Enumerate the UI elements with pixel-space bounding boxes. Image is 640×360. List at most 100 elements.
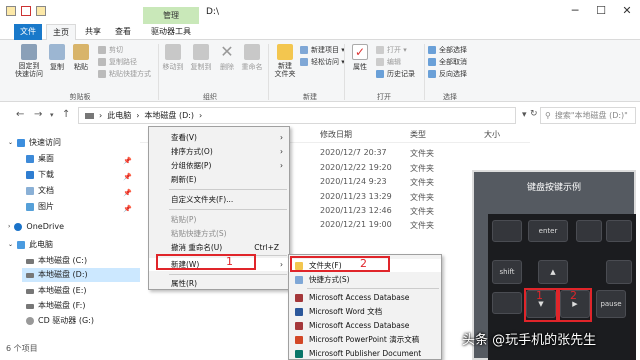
menu-separator bbox=[169, 209, 287, 210]
submenu-arrow-icon: › bbox=[280, 133, 283, 142]
column-size[interactable]: 大小 bbox=[484, 128, 500, 142]
submenu-item-publisher[interactable]: Microsoft Publisher Document bbox=[289, 347, 441, 360]
nav-drive-d[interactable]: 本地磁盘 (D:) bbox=[22, 268, 140, 282]
up-arrow-key: ▲ bbox=[538, 260, 568, 284]
select-none-button[interactable]: 全部取消 bbox=[428, 56, 467, 67]
file-type: 文件夹 bbox=[410, 193, 434, 202]
navigation-bar: ← → ▾ ↑ › 此电脑 › 本地磁盘 (D:) › ▾ ↻ ⚲ 搜索"本地磁… bbox=[0, 104, 640, 126]
quick-access-toolbar bbox=[6, 6, 46, 16]
move-to-button[interactable]: 移动到 bbox=[160, 44, 186, 72]
nav-documents[interactable]: 文档 📌 bbox=[26, 184, 138, 198]
pin-icon[interactable]: 📌 bbox=[123, 186, 132, 200]
file-type: 文件夹 bbox=[410, 149, 434, 158]
menu-item-customize[interactable]: 自定义文件夹(F)... bbox=[149, 193, 289, 206]
menu-separator bbox=[169, 274, 287, 275]
copy-button[interactable]: 复制 bbox=[48, 44, 66, 72]
back-arrow-icon[interactable]: ← bbox=[16, 109, 24, 120]
search-input[interactable]: ⚲ 搜索"本地磁盘 (D:)" bbox=[540, 107, 636, 124]
file-date: 2020/11/23 12:46 bbox=[320, 206, 392, 215]
tab-manage[interactable]: 管理 bbox=[143, 7, 199, 24]
new-folder-icon bbox=[277, 44, 293, 60]
menu-item-refresh[interactable]: 刷新(E) bbox=[149, 173, 289, 186]
tab-view[interactable]: 查看 bbox=[110, 24, 136, 40]
close-button[interactable]: ✕ bbox=[614, 0, 640, 24]
paste-shortcut-button[interactable]: 粘贴快捷方式 bbox=[98, 68, 151, 79]
history-button[interactable]: 历史记录 bbox=[376, 68, 415, 79]
menu-item-view[interactable]: 查看(V) › bbox=[149, 131, 289, 144]
tab-home[interactable]: 主页 bbox=[46, 24, 76, 40]
refresh-icon[interactable]: ↻ bbox=[530, 109, 538, 119]
new-item-button[interactable]: 新建项目 ▾ bbox=[300, 44, 345, 55]
submenu-item-word[interactable]: Microsoft Word 文档 bbox=[289, 305, 441, 318]
column-date[interactable]: 修改日期 bbox=[320, 128, 352, 142]
column-type[interactable]: 类型 bbox=[410, 128, 426, 142]
pin-icon[interactable]: 📌 bbox=[123, 202, 132, 216]
new-folder-button[interactable]: 新建 文件夹 bbox=[272, 44, 298, 78]
expand-chevron-icon: ⌄ bbox=[8, 241, 14, 248]
invert-selection-button[interactable]: 反向选择 bbox=[428, 68, 467, 79]
tab-drive-tools[interactable]: 驱动器工具 bbox=[146, 24, 196, 40]
keyboard-key bbox=[606, 220, 632, 242]
edit-button[interactable]: 编辑 bbox=[376, 56, 401, 67]
shortcut-icon bbox=[98, 69, 106, 78]
forward-arrow-icon[interactable]: → bbox=[34, 109, 42, 120]
delete-button[interactable]: ✕ 删除 bbox=[218, 44, 236, 72]
publisher-icon bbox=[295, 350, 303, 358]
menu-separator bbox=[307, 288, 439, 289]
copy-to-button[interactable]: 复制到 bbox=[188, 44, 214, 72]
menu-item-group[interactable]: 分组依据(P) › bbox=[149, 159, 289, 172]
breadcrumb-this-pc[interactable]: 此电脑 bbox=[107, 110, 131, 121]
properties-check-icon[interactable] bbox=[21, 6, 31, 16]
recent-chevron-icon[interactable]: ▾ bbox=[50, 111, 54, 119]
nav-this-pc[interactable]: ⌄ 此电脑 bbox=[8, 238, 138, 252]
title-bar: 管理 D:\ ─ ☐ ✕ bbox=[0, 0, 640, 24]
copy-path-button[interactable]: 复制路径 bbox=[98, 56, 137, 67]
drive-icon bbox=[26, 272, 34, 278]
paste-button[interactable]: 粘贴 bbox=[72, 44, 90, 72]
tab-share[interactable]: 共享 bbox=[80, 24, 106, 40]
open-button[interactable]: 打开 ▾ bbox=[376, 44, 407, 55]
file-date: 2020/12/21 19:00 bbox=[320, 220, 392, 229]
menu-item-paste[interactable]: 粘贴(P) bbox=[149, 213, 289, 226]
properties-button[interactable]: ✓ 属性 bbox=[348, 44, 372, 72]
menu-item-paste-shortcut[interactable]: 粘贴快捷方式(S) bbox=[149, 227, 289, 240]
nav-drive-c[interactable]: 本地磁盘 (C:) bbox=[26, 254, 138, 268]
submenu-item-access[interactable]: Microsoft Access Database bbox=[289, 291, 441, 304]
pin-quick-access-button[interactable]: 固定到 快速访问 bbox=[10, 44, 48, 78]
easy-access-button[interactable]: 轻松访问 ▾ bbox=[300, 56, 345, 67]
nav-onedrive[interactable]: › OneDrive bbox=[8, 220, 138, 234]
select-all-button[interactable]: 全部选择 bbox=[428, 44, 467, 55]
file-date: 2020/11/23 13:29 bbox=[320, 192, 392, 201]
nav-drive-e[interactable]: 本地磁盘 (E:) bbox=[26, 284, 138, 298]
tab-file[interactable]: 文件 bbox=[14, 24, 42, 40]
minimize-button[interactable]: ─ bbox=[562, 0, 588, 24]
breadcrumb-drive-d[interactable]: 本地磁盘 (D:) bbox=[144, 110, 194, 121]
cut-button[interactable]: 剪切 bbox=[98, 44, 123, 55]
menu-item-properties[interactable]: 属性(R) bbox=[149, 277, 289, 290]
nav-drive-f[interactable]: 本地磁盘 (F:) bbox=[26, 299, 138, 313]
drive-icon bbox=[26, 258, 34, 264]
new-folder-icon[interactable] bbox=[36, 6, 46, 16]
scissors-icon bbox=[98, 45, 106, 54]
nav-drive-g[interactable]: CD 驱动器 (G:) bbox=[26, 314, 138, 328]
rename-button[interactable]: 重命名 bbox=[240, 44, 264, 72]
file-type: 文件夹 bbox=[410, 207, 434, 216]
pin-icon[interactable]: 📌 bbox=[123, 154, 132, 168]
maximize-button[interactable]: ☐ bbox=[588, 0, 614, 24]
submenu-item-shortcut[interactable]: 快捷方式(S) bbox=[289, 273, 441, 286]
folder-icon[interactable] bbox=[6, 6, 16, 16]
nav-pictures[interactable]: 图片 📌 bbox=[26, 200, 138, 214]
pin-icon[interactable]: 📌 bbox=[123, 170, 132, 184]
menu-item-sort[interactable]: 排序方式(O) › bbox=[149, 145, 289, 158]
submenu-item-powerpoint[interactable]: Microsoft PowerPoint 演示文稿 bbox=[289, 333, 441, 346]
address-bar[interactable]: › 此电脑 › 本地磁盘 (D:) › bbox=[78, 107, 516, 124]
word-icon bbox=[295, 308, 303, 316]
highlight-box-new bbox=[156, 254, 256, 270]
address-dropdown-icon[interactable]: ▾ bbox=[522, 110, 527, 120]
nav-downloads[interactable]: 下载 📌 bbox=[26, 168, 138, 182]
nav-desktop[interactable]: 桌面 📌 bbox=[26, 152, 138, 166]
up-arrow-icon[interactable]: ↑ bbox=[62, 109, 70, 120]
menu-item-undo-rename[interactable]: 撤消 重命名(U) Ctrl+Z bbox=[149, 241, 289, 254]
submenu-item-access-2[interactable]: Microsoft Access Database bbox=[289, 319, 441, 332]
nav-quick-access[interactable]: ⌄ 快速访问 bbox=[8, 136, 138, 150]
